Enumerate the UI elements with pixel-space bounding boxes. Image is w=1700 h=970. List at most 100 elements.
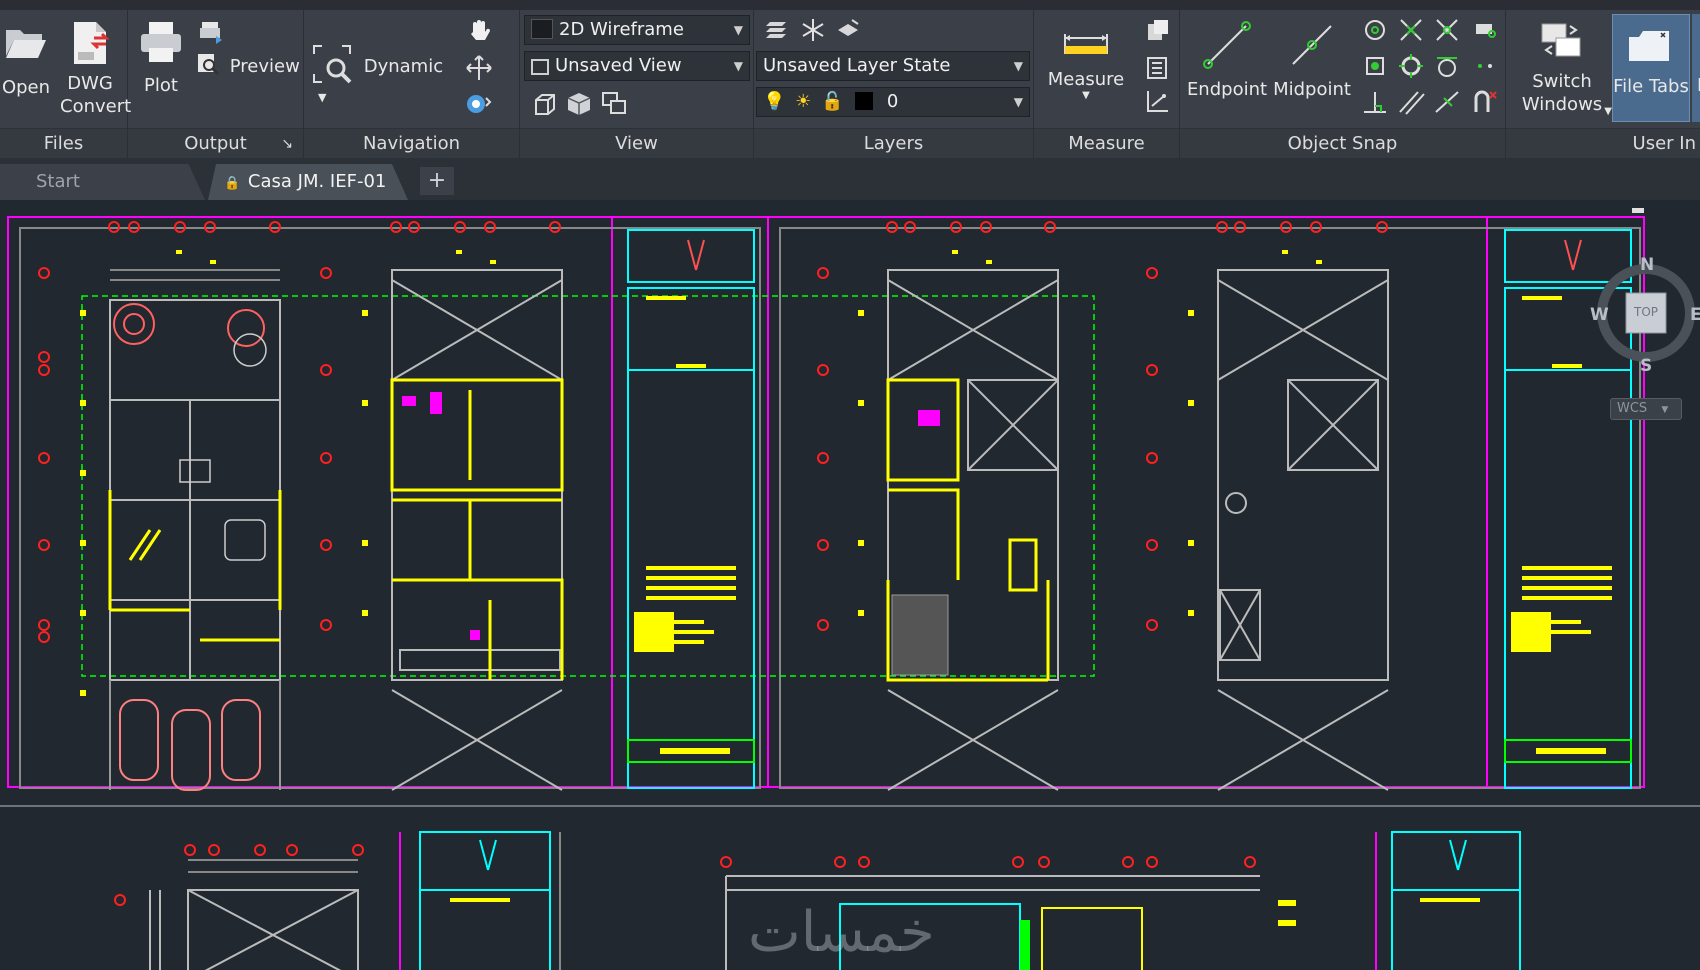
layer-properties-icon[interactable] bbox=[762, 16, 792, 44]
layout-tabs-label: L bbox=[1692, 74, 1700, 97]
dwg-convert-button[interactable]: DWG Convert bbox=[60, 20, 131, 118]
viewcube-north[interactable]: N bbox=[1640, 255, 1654, 275]
plot-button[interactable]: Plot bbox=[134, 20, 188, 97]
center-snap-icon[interactable] bbox=[1360, 16, 1390, 44]
coordinates-icon[interactable] bbox=[1142, 88, 1172, 116]
upper-floor-magenta-fixtures bbox=[402, 392, 480, 640]
viewcube-south[interactable]: S bbox=[1640, 356, 1652, 376]
orbit-icon[interactable] bbox=[464, 54, 494, 82]
column-markers-yellow bbox=[80, 250, 1322, 696]
preview-button[interactable]: Preview bbox=[196, 52, 300, 78]
insertion-snap-icon[interactable] bbox=[1470, 16, 1500, 44]
cad-drawing bbox=[0, 216, 1700, 970]
measure-button[interactable]: Measure ▼ bbox=[1038, 28, 1134, 101]
batch-plot-icon[interactable] bbox=[196, 18, 226, 46]
navigation-panel-title: Navigation bbox=[304, 128, 519, 158]
extension-snap-icon[interactable] bbox=[1432, 88, 1462, 116]
switch-windows-icon bbox=[1541, 23, 1581, 57]
tab-casa-jm[interactable]: 🔒 Casa JM. IEF-01 ✕ bbox=[208, 164, 408, 200]
endpoint-snap-button[interactable]: Endpoint bbox=[1184, 20, 1270, 101]
node-snap-icon[interactable] bbox=[1360, 52, 1390, 80]
ruler-icon bbox=[1064, 34, 1108, 54]
viewcube-west[interactable]: W bbox=[1590, 305, 1609, 325]
layer-state-dropdown[interactable]: Unsaved Layer State ▼ bbox=[756, 51, 1030, 81]
switch-windows-label-2: Windows bbox=[1521, 94, 1603, 115]
endpoint-snap-icon bbox=[1203, 21, 1251, 69]
object-snap-panel: Endpoint Midpoint Object Snap bbox=[1180, 10, 1506, 158]
viewport-icon[interactable] bbox=[600, 90, 630, 118]
tangent-snap-icon[interactable] bbox=[1432, 52, 1462, 80]
view-panel: 2D Wireframe ▼ Unsaved View ▼ View bbox=[520, 10, 754, 158]
visual-style-value: 2D Wireframe bbox=[559, 19, 684, 40]
id-point-icon[interactable] bbox=[1142, 18, 1172, 46]
perpendicular-snap-icon[interactable] bbox=[1360, 88, 1390, 116]
file-tabs-icon bbox=[1629, 31, 1669, 61]
viewport-grip[interactable] bbox=[1632, 208, 1644, 213]
parallel-snap-icon[interactable] bbox=[1396, 88, 1426, 116]
current-layer-dropdown[interactable]: 💡 ☀ 🔓 0 ▼ bbox=[756, 87, 1030, 117]
measure-panel: Measure ▼ Measure bbox=[1034, 10, 1180, 158]
view-icon bbox=[531, 59, 549, 75]
sheet-border-left bbox=[19, 227, 761, 789]
file-tab-bar: Start 🔒 Casa JM. IEF-01 ✕ bbox=[0, 158, 1700, 200]
file-tabs-label: File Tabs bbox=[1613, 76, 1689, 97]
zoom-dynamic-button[interactable]: Dynamic ▼ bbox=[312, 44, 462, 109]
car-outlines bbox=[119, 699, 261, 791]
preview-icon bbox=[198, 54, 220, 76]
nearest-snap-icon[interactable] bbox=[1470, 52, 1500, 80]
zoom-extents-icon bbox=[313, 45, 352, 84]
files-panel: Open DWG Convert Files bbox=[0, 10, 131, 158]
wireframe-icon bbox=[531, 19, 553, 39]
chevron-down-icon: ▼ bbox=[1661, 405, 1669, 415]
viewcube-east[interactable]: E bbox=[1690, 305, 1700, 325]
box-view-icon[interactable] bbox=[530, 90, 560, 118]
tab-start-label: Start bbox=[36, 171, 80, 192]
new-tab-button[interactable]: + bbox=[420, 167, 454, 195]
visual-style-dropdown[interactable]: 2D Wireframe ▼ bbox=[524, 15, 750, 45]
quadrant-snap-icon[interactable] bbox=[1396, 52, 1426, 80]
list-icon[interactable] bbox=[1142, 54, 1172, 82]
ribbon-top-strip bbox=[0, 0, 1700, 10]
plot-label: Plot bbox=[144, 75, 178, 96]
drawing-area[interactable] bbox=[0, 200, 1700, 970]
third-floor-magenta-fixture bbox=[918, 410, 940, 426]
layers-panel: Unsaved Layer State ▼ 💡 ☀ 🔓 0 ▼ Layers bbox=[754, 10, 1034, 158]
measure-label: Measure bbox=[1047, 69, 1125, 90]
trees bbox=[113, 303, 265, 347]
viewcube-top-face[interactable]: TOP bbox=[1626, 305, 1666, 319]
folder-open-icon bbox=[6, 30, 46, 58]
ucs-menu[interactable]: WCS ▼ bbox=[1610, 398, 1682, 420]
view-panel-title: View bbox=[520, 128, 753, 158]
floor-plan-ground bbox=[109, 269, 281, 790]
open-button[interactable]: Open bbox=[0, 22, 52, 99]
output-title-text: Output bbox=[184, 133, 247, 154]
layer-match-icon[interactable] bbox=[834, 16, 864, 44]
chevron-down-icon: ▼ bbox=[1604, 106, 1612, 117]
output-dialog-launcher[interactable]: ↘ bbox=[281, 129, 293, 159]
furniture-ground bbox=[179, 333, 267, 561]
user-interface-panel: Switch Windows ▼ File Tabs L User In bbox=[1506, 10, 1700, 158]
switch-windows-button[interactable]: Switch Windows ▼ bbox=[1510, 20, 1614, 117]
ribbon: Open DWG Convert Files Plot Preview Outp… bbox=[0, 0, 1700, 158]
dynamic-label: Dynamic bbox=[363, 56, 444, 77]
apparent-intersection-icon[interactable] bbox=[1432, 16, 1462, 44]
layout-tabs-button[interactable]: L bbox=[1692, 14, 1700, 122]
chevron-down-icon: ▼ bbox=[733, 59, 743, 73]
viewcube[interactable]: N S W E TOP bbox=[1590, 255, 1700, 376]
file-tabs-button[interactable]: File Tabs bbox=[1612, 14, 1690, 122]
layer-freeze-icon[interactable] bbox=[798, 16, 828, 44]
current-layer-value: 0 bbox=[886, 91, 899, 112]
intersection-snap-icon[interactable] bbox=[1396, 16, 1426, 44]
tab-start[interactable]: Start bbox=[0, 164, 205, 200]
named-view-dropdown[interactable]: Unsaved View ▼ bbox=[524, 51, 750, 81]
files-panel-title: Files bbox=[0, 128, 127, 158]
chevron-down-icon: ▼ bbox=[1013, 59, 1023, 73]
snap-settings-icon[interactable] bbox=[1470, 88, 1500, 116]
sun-icon: ☀ bbox=[795, 91, 812, 112]
steering-wheel-icon[interactable] bbox=[464, 88, 494, 116]
pan-hand-icon[interactable] bbox=[464, 18, 494, 46]
midpoint-snap-button[interactable]: Midpoint bbox=[1270, 20, 1354, 101]
plot-icon bbox=[141, 22, 181, 62]
midpoint-snap-icon bbox=[1292, 25, 1332, 65]
cube-view-icon[interactable] bbox=[564, 90, 594, 118]
